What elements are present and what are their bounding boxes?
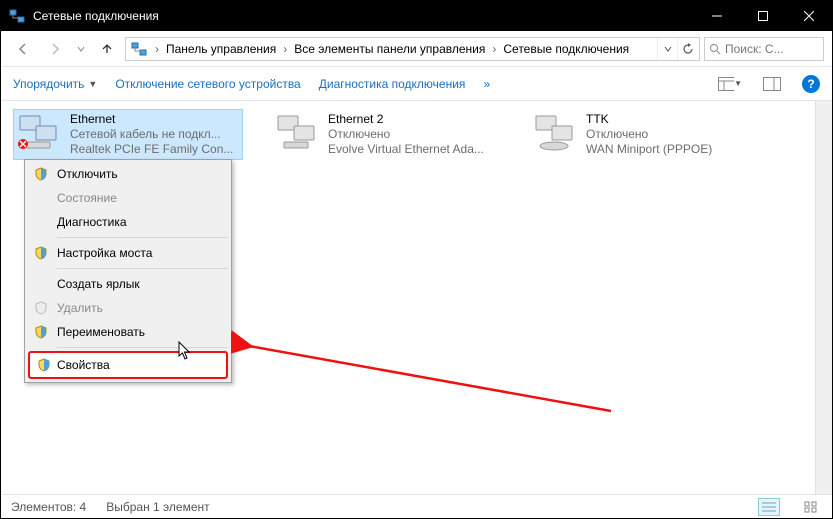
scroll-down-button[interactable]: ▼ [816, 478, 832, 494]
shield-icon [33, 166, 49, 182]
cm-item-disconnect[interactable]: Отключить [27, 162, 229, 186]
cm-item-diagnose[interactable]: Диагностика [27, 210, 229, 234]
help-button[interactable]: ? [802, 75, 820, 93]
cm-item-delete: Удалить [27, 296, 229, 320]
nav-forward-button[interactable] [41, 35, 69, 63]
nav-back-button[interactable] [9, 35, 37, 63]
address-bar: › Панель управления › Все элементы панел… [1, 31, 832, 67]
diagnose-connection-button[interactable]: Диагностика подключения [319, 77, 466, 91]
view-details-button[interactable] [758, 498, 780, 516]
search-box[interactable] [704, 37, 824, 61]
cm-item-create-shortcut[interactable]: Создать ярлык [27, 272, 229, 296]
nav-recent-button[interactable] [73, 35, 89, 63]
search-icon [709, 43, 721, 55]
shield-icon [33, 300, 49, 316]
menu-separator [57, 237, 228, 238]
cm-item-bridge[interactable]: Настройка моста [27, 241, 229, 265]
connection-item-ethernet2[interactable]: Ethernet 2 Отключено Evolve Virtual Ethe… [271, 109, 501, 160]
connection-name: Ethernet 2 [328, 112, 484, 127]
breadcrumb-segment-all-items[interactable]: Все элементы панели управления [290, 38, 489, 60]
status-selected-count: Выбран 1 элемент [106, 500, 209, 514]
context-menu: Отключить Состояние Диагностика Настройк… [24, 159, 232, 383]
connection-device: Evolve Virtual Ethernet Ada... [328, 142, 484, 157]
menu-separator [57, 347, 228, 348]
shield-icon [33, 245, 49, 261]
breadcrumb-chevron-icon[interactable]: › [280, 42, 290, 56]
maximize-button[interactable] [740, 1, 786, 31]
connection-name: TTK [586, 112, 712, 127]
cm-item-status: Состояние [27, 186, 229, 210]
shield-icon [36, 357, 52, 373]
menu-separator [57, 268, 228, 269]
command-bar: Упорядочить▼ Отключение сетевого устройс… [1, 67, 832, 101]
toolbar-overflow-button[interactable]: » [483, 77, 490, 91]
breadcrumb-segment-control-panel[interactable]: Панель управления [162, 38, 280, 60]
app-icon [9, 8, 25, 24]
organize-menu[interactable]: Упорядочить▼ [13, 77, 97, 91]
network-connections-icon [130, 40, 148, 58]
cm-item-properties[interactable]: Свойства [28, 351, 228, 379]
breadcrumb[interactable]: › Панель управления › Все элементы панел… [125, 37, 700, 61]
breadcrumb-chevron-icon[interactable]: › [152, 42, 162, 56]
connection-device: WAN Miniport (PPPOE) [586, 142, 712, 157]
connection-status: Отключено [328, 127, 484, 142]
titlebar: Сетевые подключения [1, 1, 832, 31]
refresh-button[interactable] [677, 38, 697, 60]
view-options-button[interactable]: ▼ [718, 72, 742, 96]
status-item-count: Элементов: 4 [11, 500, 86, 514]
cm-item-rename[interactable]: Переименовать [27, 320, 229, 344]
window-title: Сетевые подключения [33, 9, 694, 23]
ethernet-icon [16, 112, 64, 152]
breadcrumb-segment-network-connections[interactable]: Сетевые подключения [499, 38, 633, 60]
preview-pane-button[interactable] [760, 72, 784, 96]
breadcrumb-dropdown-button[interactable] [657, 38, 677, 60]
breadcrumb-chevron-icon[interactable]: › [489, 42, 499, 56]
nav-up-button[interactable] [93, 35, 121, 63]
connection-item-ethernet[interactable]: Ethernet Сетевой кабель не подкл... Real… [13, 109, 243, 160]
modem-icon [532, 112, 580, 152]
search-input[interactable] [725, 42, 805, 56]
status-bar: Элементов: 4 Выбран 1 элемент [1, 494, 832, 518]
scroll-up-button[interactable]: ▲ [816, 101, 832, 117]
close-button[interactable] [786, 1, 832, 31]
disable-device-button[interactable]: Отключение сетевого устройства [115, 77, 300, 91]
minimize-button[interactable] [694, 1, 740, 31]
connection-status: Отключено [586, 127, 712, 142]
shield-icon [33, 324, 49, 340]
connection-status: Сетевой кабель не подкл... [70, 127, 233, 142]
connection-device: Realtek PCIe FE Family Con... [70, 142, 233, 157]
connection-item-ttk[interactable]: TTK Отключено WAN Miniport (PPPOE) [529, 109, 759, 160]
ethernet-icon [274, 112, 322, 152]
connection-name: Ethernet [70, 112, 233, 127]
view-large-icons-button[interactable] [800, 498, 822, 516]
